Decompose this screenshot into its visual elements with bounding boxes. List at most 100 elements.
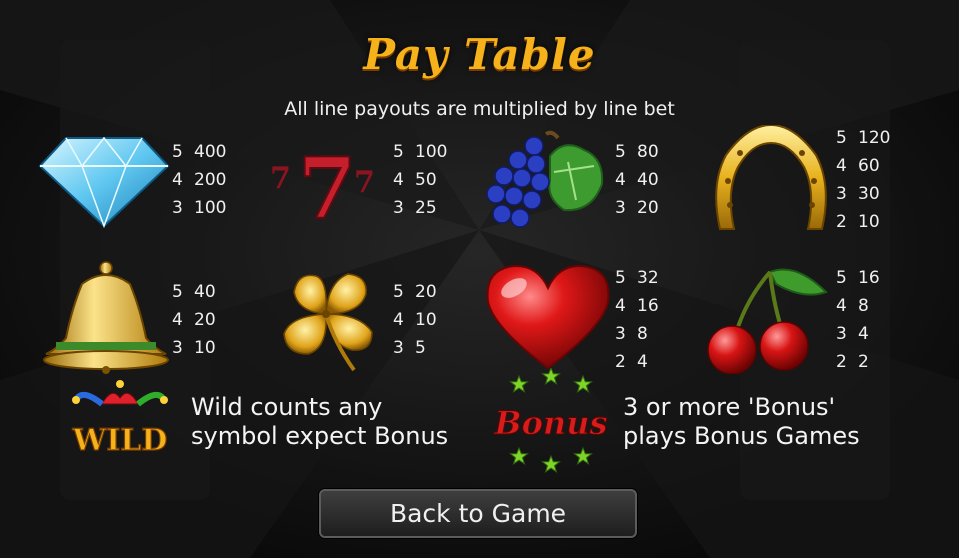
payout-value: 2 bbox=[858, 352, 869, 372]
bonus-logo-icon: Bonus bbox=[493, 368, 608, 474]
symbol-count: 4 bbox=[172, 310, 183, 330]
payout-row: 3 20 bbox=[615, 194, 659, 222]
wild-logo-icon: WILD bbox=[71, 380, 168, 456]
symbol-count: 5 bbox=[836, 268, 847, 288]
payout-row: 4 10 bbox=[393, 306, 437, 334]
symbol-count: 2 bbox=[836, 212, 847, 232]
payout-table-cherries: 5 16 48 34 22 bbox=[836, 264, 880, 376]
symbol-count: 4 bbox=[615, 170, 626, 190]
seven-icon: 7 7 7 bbox=[270, 140, 375, 222]
symbol-count: 4 bbox=[172, 170, 183, 190]
payout-row: 22 bbox=[836, 348, 880, 376]
payout-table-bell: 5 40 4 20 3 10 bbox=[172, 278, 216, 362]
symbol-count: 3 bbox=[615, 198, 626, 218]
payout-row: 5 80 bbox=[615, 138, 659, 166]
payout-table-grapes: 5 80 4 40 3 20 bbox=[615, 138, 659, 222]
bonus-logo-text: Bonus bbox=[494, 404, 608, 442]
payout-value: 4 bbox=[637, 352, 648, 372]
payout-value: 10 bbox=[858, 212, 880, 232]
symbol-count: 5 bbox=[172, 142, 183, 162]
payout-row: 35 bbox=[393, 334, 437, 362]
symbol-count: 2 bbox=[836, 352, 847, 372]
payout-row: 4 16 bbox=[615, 292, 659, 320]
payout-value: 120 bbox=[858, 128, 891, 148]
payout-row: 48 bbox=[836, 292, 880, 320]
payout-value: 400 bbox=[194, 142, 227, 162]
symbol-count: 5 bbox=[172, 282, 183, 302]
symbol-count: 4 bbox=[393, 170, 404, 190]
payout-row: 2 10 bbox=[836, 208, 890, 236]
payout-value: 16 bbox=[858, 268, 880, 288]
symbol-count: 4 bbox=[615, 296, 626, 316]
payout-value: 20 bbox=[637, 198, 659, 218]
payout-row: 4 200 bbox=[172, 166, 226, 194]
page-subtitle: All line payouts are multiplied by line … bbox=[284, 98, 675, 120]
payout-value: 100 bbox=[194, 198, 227, 218]
payout-table-clover: 5 20 4 10 35 bbox=[393, 278, 437, 362]
payout-table-heart: 5 32 4 16 38 24 bbox=[615, 264, 659, 376]
payout-row: 5 40 bbox=[172, 278, 216, 306]
payout-row: 5 100 bbox=[393, 138, 447, 166]
symbol-count: 3 bbox=[836, 324, 847, 344]
horseshoe-icon bbox=[715, 125, 827, 230]
heart-icon bbox=[486, 264, 610, 370]
wild-logo-text: WILD bbox=[72, 423, 168, 456]
payout-row: 5 20 bbox=[393, 278, 437, 306]
payout-value: 25 bbox=[415, 198, 437, 218]
payout-row: 3 100 bbox=[172, 194, 226, 222]
payout-row: 4 20 bbox=[172, 306, 216, 334]
payout-value: 80 bbox=[637, 142, 659, 162]
payout-row: 5 16 bbox=[836, 264, 880, 292]
payout-table-diamond: 5 400 4 200 3 100 bbox=[172, 138, 226, 222]
symbol-count: 3 bbox=[836, 184, 847, 204]
payout-value: 4 bbox=[858, 324, 869, 344]
symbol-count: 5 bbox=[615, 142, 626, 162]
payout-value: 20 bbox=[415, 282, 437, 302]
payout-row: 24 bbox=[615, 348, 659, 376]
clover-icon bbox=[283, 273, 373, 372]
payout-value: 200 bbox=[194, 170, 227, 190]
back-to-game-button[interactable]: Back to Game bbox=[319, 489, 637, 538]
symbol-count: 3 bbox=[172, 338, 183, 358]
svg-text:7: 7 bbox=[298, 140, 356, 222]
payout-row: 34 bbox=[836, 320, 880, 348]
wild-description: Wild counts any symbol expect Bonus bbox=[191, 393, 448, 451]
svg-text:7: 7 bbox=[354, 165, 375, 200]
wild-description-line: symbol expect Bonus bbox=[191, 422, 449, 450]
symbol-count: 5 bbox=[393, 282, 404, 302]
payout-value: 10 bbox=[415, 310, 437, 330]
symbol-count: 3 bbox=[393, 338, 404, 358]
symbol-count: 5 bbox=[615, 268, 626, 288]
page-title: Pay Table bbox=[363, 30, 596, 79]
payout-row: 4 60 bbox=[836, 152, 890, 180]
symbol-count: 3 bbox=[393, 198, 404, 218]
symbol-count: 4 bbox=[393, 310, 404, 330]
payout-row: 3 30 bbox=[836, 180, 890, 208]
payout-row: 3 10 bbox=[172, 334, 216, 362]
payout-value: 40 bbox=[637, 170, 659, 190]
symbol-count: 4 bbox=[836, 156, 847, 176]
symbol-count: 5 bbox=[836, 128, 847, 148]
symbol-count: 4 bbox=[836, 296, 847, 316]
wild-description-line: Wild counts any bbox=[191, 393, 383, 421]
symbol-count: 2 bbox=[615, 352, 626, 372]
payout-value: 32 bbox=[637, 268, 659, 288]
payout-value: 8 bbox=[637, 324, 648, 344]
diamond-icon bbox=[38, 136, 170, 228]
payout-value: 16 bbox=[637, 296, 659, 316]
svg-text:7: 7 bbox=[270, 161, 291, 196]
payout-value: 30 bbox=[858, 184, 880, 204]
payout-value: 20 bbox=[194, 310, 216, 330]
payout-value: 10 bbox=[194, 338, 216, 358]
symbol-count: 3 bbox=[172, 198, 183, 218]
payout-row: 3 25 bbox=[393, 194, 447, 222]
payout-value: 60 bbox=[858, 156, 880, 176]
payout-row: 5 120 bbox=[836, 124, 890, 152]
payout-row: 5 32 bbox=[615, 264, 659, 292]
bonus-description-line: plays Bonus Games bbox=[623, 422, 860, 450]
payout-row: 38 bbox=[615, 320, 659, 348]
payout-table-horseshoe: 5 120 4 60 3 30 2 10 bbox=[836, 124, 890, 236]
payout-row: 4 40 bbox=[615, 166, 659, 194]
cherries-icon bbox=[707, 268, 828, 374]
bonus-description-line: 3 or more 'Bonus' bbox=[623, 393, 836, 421]
